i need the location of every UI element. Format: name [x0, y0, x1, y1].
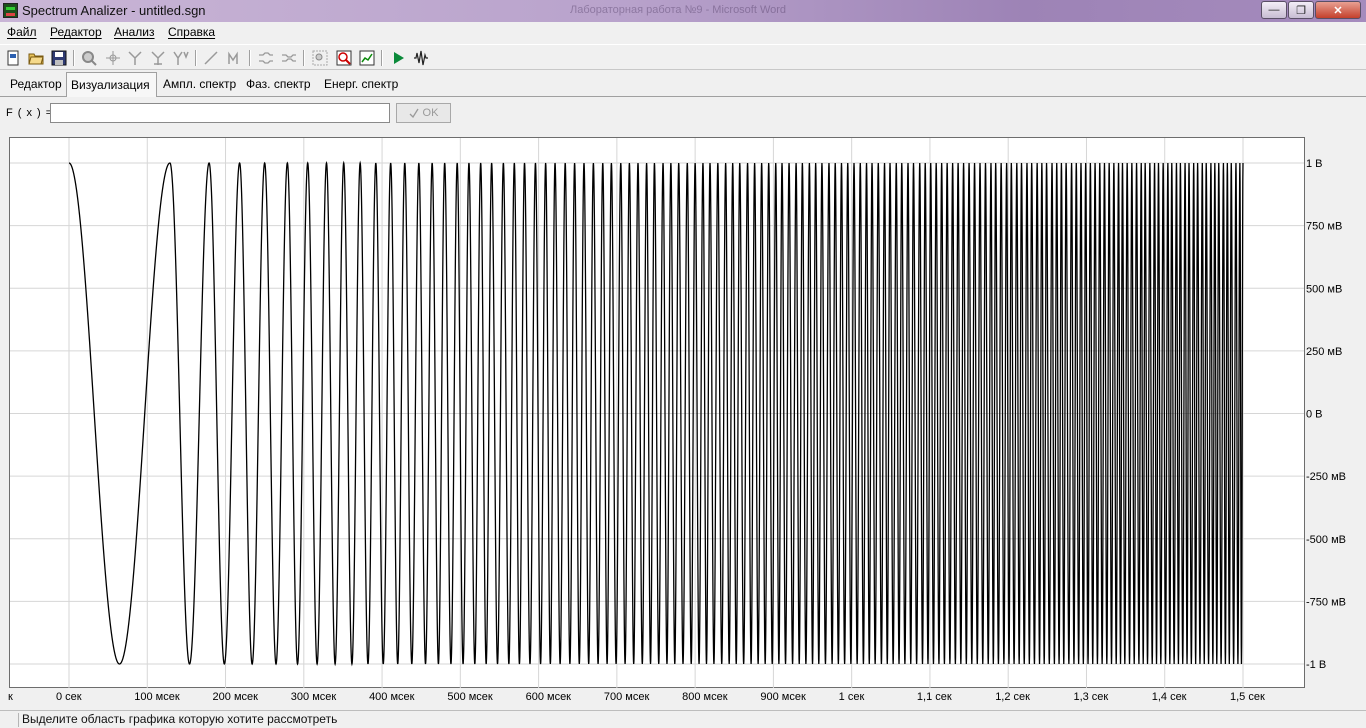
y-tick-label: 750 мВ — [1306, 221, 1342, 233]
x-tick-label: 0 сек — [56, 691, 82, 703]
status-text: Выделите область графика которую хотите … — [22, 712, 338, 726]
y-tick-label: 500 мВ — [1306, 283, 1342, 295]
x-axis-start-label: к — [8, 691, 13, 703]
x-tick-label: 300 мсек — [291, 691, 337, 703]
x-tick-label: 200 мсек — [213, 691, 259, 703]
x-tick-label: 1,5 сек — [1230, 691, 1265, 703]
x-tick-label: 600 мсек — [526, 691, 572, 703]
status-panel — [3, 713, 19, 727]
y-tick-label: -1 В — [1306, 659, 1326, 671]
x-tick-label: 400 мсек — [369, 691, 415, 703]
y-tick-label: -250 мВ — [1306, 471, 1346, 483]
chart[interactable]: 1 В 750 мВ 500 мВ 250 мВ 0 В -250 мВ -500 мВ -7… — [0, 0, 1366, 710]
x-tick-label: 100 мсек — [134, 691, 180, 703]
y-tick-label: 0 В — [1306, 409, 1323, 421]
x-tick-label: 900 мсек — [760, 691, 806, 703]
y-tick-label: 1 В — [1306, 158, 1323, 170]
x-tick-label: 1,2 сек — [995, 691, 1030, 703]
x-tick-label: 1,3 сек — [1073, 691, 1108, 703]
x-tick-label: 500 мсек — [447, 691, 493, 703]
x-tick-label: 800 мсек — [682, 691, 728, 703]
x-tick-label: 1 сек — [839, 691, 865, 703]
x-tick-label: 1,4 сек — [1152, 691, 1187, 703]
y-tick-label: -750 мВ — [1306, 596, 1346, 608]
x-tick-label: 700 мсек — [604, 691, 650, 703]
y-tick-label: 250 мВ — [1306, 346, 1342, 358]
x-tick-label: 1,1 сек — [917, 691, 952, 703]
status-bar: Выделите область графика которую хотите … — [0, 710, 1366, 728]
y-tick-label: -500 мВ — [1306, 534, 1346, 546]
